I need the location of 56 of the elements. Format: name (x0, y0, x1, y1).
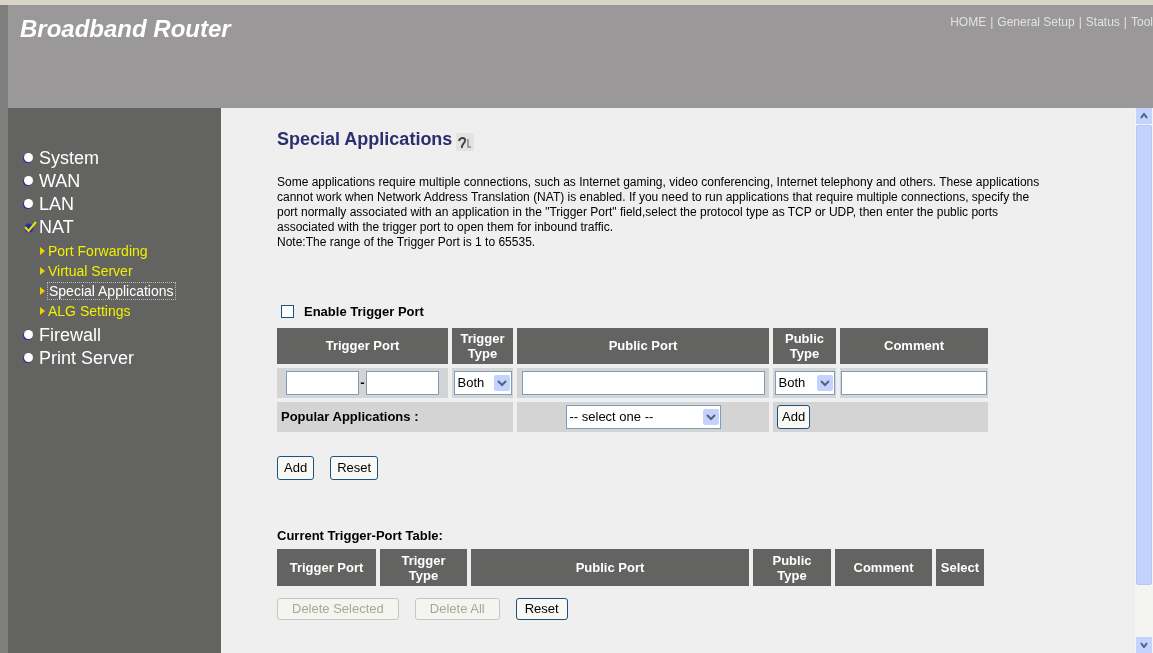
nav-separator: | (990, 14, 994, 31)
triangle-icon (40, 307, 45, 315)
input-field[interactable] (521, 370, 765, 395)
dropdown[interactable]: Both (774, 370, 835, 395)
dropdown-caret-icon (702, 408, 719, 425)
input-field[interactable] (365, 370, 439, 395)
column-header: Public Type (753, 549, 831, 586)
column-header: Public Port (517, 327, 769, 364)
page-title: Special Applications (277, 128, 453, 151)
dropdown[interactable]: Both (453, 370, 512, 395)
dropdown-caret-icon (816, 374, 833, 391)
add-button[interactable]: Add (777, 404, 811, 429)
sidebar-item[interactable]: LAN (39, 194, 74, 213)
sidebar-subitem[interactable]: ALG Settings (47, 303, 132, 319)
column-header: Trigger Port (277, 549, 376, 586)
input-field[interactable] (841, 370, 987, 395)
range-dash: - (360, 373, 365, 392)
popular-label: Popular Applications : (281, 407, 419, 426)
column-header: Trigger Port (277, 327, 448, 364)
table-button[interactable]: Reset (515, 598, 568, 620)
form-button[interactable]: Reset (330, 455, 379, 480)
sidebar-item[interactable]: Firewall (39, 325, 101, 344)
scroll-down-button[interactable] (1136, 637, 1152, 653)
dropdown[interactable]: -- select one -- (565, 404, 721, 429)
sidebar-item[interactable]: Print Server (39, 348, 135, 367)
note-text: Note:The range of the Trigger Port is 1 to 65535. (277, 235, 537, 250)
triangle-icon (40, 287, 45, 295)
scrollbar[interactable] (1135, 108, 1153, 653)
column-header: Trigger Type (380, 549, 467, 586)
column-header: Select (936, 549, 984, 586)
sidebar-subitem[interactable]: Virtual Server (47, 263, 134, 279)
column-header: Comment (840, 327, 988, 364)
form-button[interactable]: Add (277, 455, 315, 480)
input-field[interactable] (286, 370, 360, 395)
sidebar-item[interactable]: NAT (39, 217, 74, 236)
scroll-thumb[interactable] (1136, 125, 1152, 585)
column-header: Trigger Type (452, 327, 513, 364)
sidebar-item[interactable]: WAN (39, 171, 81, 190)
sidebar-item[interactable]: System (39, 148, 99, 167)
description-text: Some applications require multiple connections, such as Internet gaming, video conferencing, Internet telephony and others. These applications cannot work when Network Address Translation (NAT) is enabled. If you need to run applications that require multiple connections, specify the port normally associated with an application in the "Trigger Port" field,select the protocol type as TCP or UDP, then enter the public ports associated with the trigger port to open them for inbound traffic. (277, 175, 1041, 235)
nav-separator: | (1123, 14, 1127, 31)
sidebar-subitem[interactable]: Port Forwarding (47, 243, 149, 259)
sidebar-subitem[interactable]: Special Applications (47, 282, 176, 300)
column-header: Public Type (773, 327, 836, 364)
dropdown-caret-icon (493, 374, 510, 391)
help-icon (456, 132, 475, 151)
column-header: Public Port (471, 549, 749, 586)
table-title: Current Trigger-Port Table: (277, 526, 444, 545)
enable-label: Enable Trigger Port (304, 303, 424, 321)
brand-title: Broadband Router (20, 17, 231, 41)
scroll-up-button[interactable] (1136, 108, 1152, 124)
enable-checkbox[interactable] (281, 305, 294, 319)
column-header: Comment (835, 549, 932, 586)
triangle-icon (40, 247, 45, 255)
nav-separator: | (1078, 14, 1082, 31)
triangle-icon (40, 267, 45, 275)
